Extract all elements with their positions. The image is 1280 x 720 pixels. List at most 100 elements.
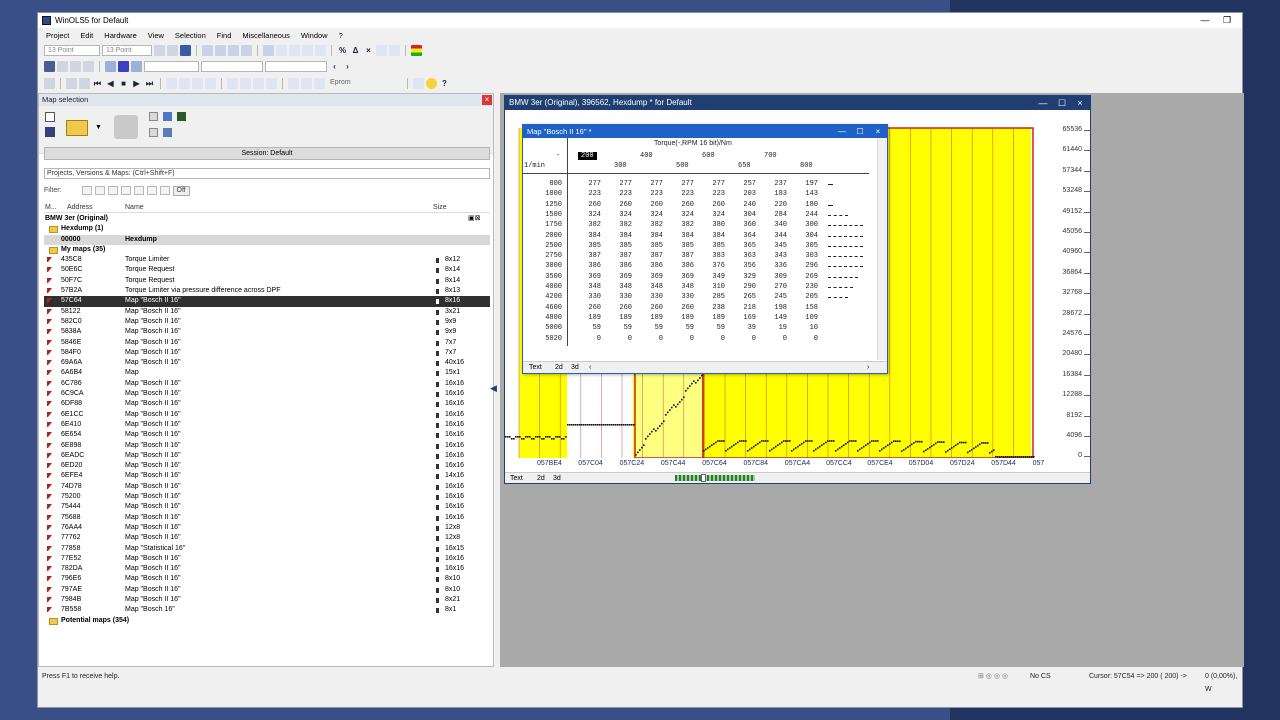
- map-cell[interactable]: 330: [588, 293, 601, 301]
- map-cell[interactable]: 369: [619, 273, 632, 281]
- map-cell[interactable]: 223: [588, 190, 601, 198]
- map-cell[interactable]: 59: [717, 324, 725, 332]
- filter-button[interactable]: [94, 186, 105, 195]
- map-cell[interactable]: 189: [712, 314, 725, 322]
- map-cell[interactable]: 189: [588, 314, 601, 322]
- toolbar-icon[interactable]: [70, 60, 81, 72]
- delta-icon[interactable]: Δ: [350, 45, 361, 56]
- map-cell[interactable]: 384: [650, 232, 663, 240]
- map-cell[interactable]: 348: [650, 283, 663, 291]
- map-cell[interactable]: 19: [779, 324, 787, 332]
- minimize-button[interactable]: —: [833, 125, 851, 138]
- toolbar-icon[interactable]: [163, 128, 172, 137]
- map-value-grid[interactable]: Torque(-,RPM 16 bit)/Nm 1/min - 200 400 60…: [523, 138, 875, 360]
- map-cell[interactable]: 189: [650, 314, 663, 322]
- map-cell[interactable]: 364: [743, 232, 756, 240]
- map-row[interactable]: 6ED20 Map "Bosch II 16" 16x16: [44, 461, 490, 471]
- map-cell[interactable]: 223: [619, 190, 632, 198]
- toolbar-icon[interactable]: [149, 112, 158, 121]
- map-cell[interactable]: 290: [743, 283, 756, 291]
- map-cell[interactable]: 380: [712, 221, 725, 229]
- map-cell[interactable]: 0: [690, 335, 694, 343]
- col-header[interactable]: 200: [578, 152, 597, 160]
- scroll-thumb[interactable]: [701, 474, 706, 482]
- map-cell[interactable]: 387: [650, 252, 663, 260]
- toolbar-icon[interactable]: [163, 112, 172, 121]
- column-name[interactable]: Name: [125, 203, 144, 213]
- map-cell[interactable]: 265: [743, 293, 756, 301]
- map-cell[interactable]: 260: [650, 201, 663, 209]
- potential-folder-row[interactable]: Potential maps (354): [44, 616, 490, 626]
- map-cell[interactable]: 382: [619, 221, 632, 229]
- first-icon[interactable]: ⏮: [92, 78, 103, 89]
- map-cell[interactable]: 365: [743, 242, 756, 250]
- menu-find[interactable]: Find: [217, 31, 232, 40]
- toolbar-icon[interactable]: [301, 77, 312, 89]
- toolbar-select-3[interactable]: [265, 60, 327, 72]
- tab-text[interactable]: Text: [510, 473, 523, 484]
- color-bars-icon[interactable]: [411, 44, 422, 56]
- map-cell[interactable]: 348: [588, 283, 601, 291]
- lightbulb-icon[interactable]: [426, 77, 437, 89]
- menu-selection[interactable]: Selection: [175, 31, 206, 40]
- map-row[interactable]: 782DA Map "Bosch II 16" 16x16: [44, 564, 490, 574]
- toolbar-icon[interactable]: [166, 77, 177, 89]
- map-cell[interactable]: 305: [805, 242, 818, 250]
- map-cell[interactable]: 218: [743, 304, 756, 312]
- toolbar-icon[interactable]: [263, 44, 274, 56]
- column-m[interactable]: M...: [45, 203, 57, 213]
- map-row[interactable]: 6DF88 Map "Bosch II 16" 16x16: [44, 399, 490, 409]
- map-cell[interactable]: 340: [774, 221, 787, 229]
- map-cell[interactable]: 260: [588, 201, 601, 209]
- toolbar-icon[interactable]: [66, 77, 77, 89]
- map-cell[interactable]: 369: [650, 273, 663, 281]
- toolbar-icon[interactable]: [154, 44, 165, 56]
- column-size[interactable]: Size: [433, 203, 447, 213]
- map-cell[interactable]: 257: [743, 180, 756, 188]
- map-row[interactable]: 6A6B4 Map 15x1: [44, 368, 490, 378]
- toolbar-icon[interactable]: [215, 44, 226, 56]
- chevron-left-icon[interactable]: ‹: [329, 61, 340, 72]
- restore-button[interactable]: ❐: [1218, 14, 1236, 26]
- map-cell[interactable]: 330: [619, 293, 632, 301]
- map-cell[interactable]: 0: [597, 335, 601, 343]
- map-cell[interactable]: 189: [619, 314, 632, 322]
- column-address[interactable]: Address: [67, 203, 93, 213]
- maximize-button[interactable]: ☐: [1053, 96, 1071, 110]
- tab-3d[interactable]: 3d: [553, 473, 561, 484]
- map-cell[interactable]: 387: [619, 252, 632, 260]
- project-row[interactable]: BMW 3er (Original) ▣⊠: [44, 214, 490, 224]
- font-size-select-1[interactable]: 13 Point: [44, 44, 100, 56]
- toolbar-icon[interactable]: [167, 44, 178, 56]
- map-cell[interactable]: 260: [619, 201, 632, 209]
- toolbar-icon[interactable]: [83, 60, 94, 72]
- map-cell[interactable]: 329: [743, 273, 756, 281]
- minimize-button[interactable]: —: [1196, 14, 1214, 26]
- map-cell[interactable]: 198: [774, 304, 787, 312]
- toolbar-icon[interactable]: [289, 44, 300, 56]
- map-cell[interactable]: 277: [712, 180, 725, 188]
- map-row[interactable]: 6C786 Map "Bosch II 16" 16x16: [44, 379, 490, 389]
- close-icon[interactable]: ×: [482, 95, 492, 105]
- map-cell[interactable]: 348: [681, 283, 694, 291]
- map-cell[interactable]: 304: [805, 232, 818, 240]
- map-row[interactable]: 6C9CA Map "Bosch II 16" 16x16: [44, 389, 490, 399]
- map-cell[interactable]: 385: [588, 242, 601, 250]
- map-cell[interactable]: 369: [588, 273, 601, 281]
- map-cell[interactable]: 330: [650, 293, 663, 301]
- hexdump-row[interactable]: 00000 Hexdump: [44, 234, 490, 245]
- map-cell[interactable]: 230: [805, 283, 818, 291]
- new-icon[interactable]: [45, 112, 55, 122]
- map-cell[interactable]: 363: [743, 252, 756, 260]
- mymaps-folder-row[interactable]: My maps (35): [44, 245, 490, 255]
- map-row[interactable]: 435C8 Torque Limiter 8x12: [44, 255, 490, 265]
- map-cell[interactable]: 260: [681, 304, 694, 312]
- menu-project[interactable]: Project: [46, 31, 69, 40]
- map-row[interactable]: 796E6 Map "Bosch II 16" 8x10: [44, 574, 490, 584]
- toolbar-icon[interactable]: [79, 77, 90, 89]
- map-cell[interactable]: 169: [743, 314, 756, 322]
- map-cell[interactable]: 385: [712, 242, 725, 250]
- map-cell[interactable]: 0: [752, 335, 756, 343]
- filter-button[interactable]: [81, 186, 92, 195]
- toolbar-icon[interactable]: [131, 60, 142, 72]
